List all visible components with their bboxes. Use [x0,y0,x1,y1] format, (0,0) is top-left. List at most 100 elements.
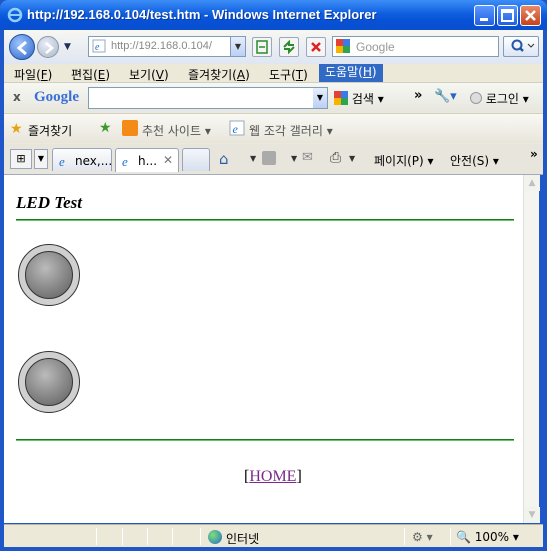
menu-view[interactable]: 보기(V) [129,66,169,83]
page-title: LED Test [16,193,82,212]
tab-row: ⊞ ▼ e nex,... e h... ✕ ⌂ ▼ ▼ ✉ ⎙ ▼ 페이지(P… [4,144,543,175]
address-input[interactable]: http://192.168.0.104/ [111,40,227,52]
divider [16,219,514,221]
scroll-up-button[interactable]: ▲ [524,175,540,191]
mail-icon[interactable]: ✉ [302,150,313,165]
user-icon [470,92,482,104]
status-separator [450,528,451,545]
title-bar: http://192.168.0.104/test.htm - Windows … [0,0,547,30]
wrench-icon[interactable]: 🔧▾ [434,89,457,104]
tab-list-dropdown[interactable]: ▼ [34,149,48,169]
zoom-level: 100% [474,530,510,544]
tab-nex[interactable]: e nex,... [52,148,112,171]
command-bar-more-button[interactable]: » [530,147,538,161]
status-separator [122,528,123,545]
address-dropdown-button[interactable]: ▼ [230,37,245,56]
svg-text:e: e [95,42,100,53]
ie-logo-icon [7,7,23,23]
magnifier-icon [511,39,535,52]
vertical-scrollbar[interactable]: ▲ ▼ [523,175,540,523]
google-login-button[interactable]: 로그인 ▾ [470,90,529,107]
browser-chrome: ▼ e http://192.168.0.104/ ▼ Google 파일(F)… [4,30,543,175]
led-indicator[interactable] [18,244,80,306]
favorites-button[interactable]: 즐겨찾기 [28,122,72,139]
menu-help[interactable]: 도움말(H) [319,64,383,82]
google-logo: Google [34,89,79,105]
print-dropdown[interactable]: ▼ [349,154,355,163]
close-icon [525,10,536,21]
zoom-button[interactable]: 🔍 100% ▾ [456,530,519,544]
page-favicon-icon: e [92,39,106,53]
star-icon[interactable]: ★ [10,121,23,137]
favorites-bar: ★ 즐겨찾기 ★ 추천 사이트 ▾ e 웹 조각 갤러리 ▾ [4,113,543,143]
maximize-icon [501,9,514,22]
divider [16,439,514,441]
web-slice-icon: e [229,120,245,136]
back-button[interactable] [9,34,35,60]
svg-text:e: e [59,154,65,168]
web-slice-gallery-button[interactable]: 웹 조각 갤러리 ▾ [249,122,333,139]
google-toolbar-close-button[interactable]: x [13,90,21,104]
add-favorite-icon[interactable]: ★ [99,120,112,136]
close-tab-icon[interactable]: ✕ [163,153,173,167]
home-dropdown[interactable]: ▼ [250,154,256,163]
led-indicator[interactable] [18,351,80,413]
safety-menu-button[interactable]: 안전(S) ▾ [450,152,499,169]
suggested-sites-button[interactable]: 추천 사이트 ▾ [142,122,211,139]
status-separator [172,528,173,545]
ie-page-icon: e [59,154,65,168]
google-search-input[interactable]: ▼ [88,87,328,109]
protected-mode-icon[interactable]: ⚙ ▾ [412,530,433,544]
scroll-down-button[interactable]: ▼ [524,507,540,523]
compatibility-icon [256,40,268,54]
google-search-label: 검색 [351,92,374,106]
forward-button[interactable] [37,36,59,58]
google-search-dropdown[interactable]: ▼ [313,88,327,108]
globe-icon [208,530,222,544]
printer-icon[interactable]: ⎙ [330,150,341,166]
close-window-button[interactable] [520,5,541,26]
recent-pages-dropdown[interactable]: ▼ [64,42,71,52]
tab-active[interactable]: e h... ✕ [115,148,179,172]
home-link[interactable]: HOME [249,468,296,485]
google-toolbar-more-button[interactable]: » [414,88,422,103]
search-box[interactable]: Google [332,36,499,57]
menu-bar: 파일(F) 편집(E) 보기(V) 즐겨찾기(A) 도구(T) 도움말(H) [4,64,543,82]
minimize-button[interactable] [474,5,495,26]
google-toolbar: x Google ▼ 검색 ▾ » 🔧▾ 로그인 ▾ [4,82,543,112]
home-icon[interactable]: ⌂ [219,150,229,168]
ie-page-icon: e [122,154,128,168]
menu-file[interactable]: 파일(F) [14,66,52,83]
menu-favorites[interactable]: 즐겨찾기(A) [188,66,250,83]
search-button[interactable] [503,36,539,57]
navigation-bar: ▼ e http://192.168.0.104/ ▼ Google [4,30,543,64]
google-provider-icon [334,91,348,105]
forward-arrow-icon [45,42,54,54]
security-zone-label: 인터넷 [226,532,260,546]
maximize-button[interactable] [497,5,518,26]
address-bar[interactable]: e http://192.168.0.104/ ▼ [88,36,246,57]
tab-label: h... [138,154,158,168]
stop-button[interactable] [306,37,326,57]
google-search-button[interactable]: 검색 ▾ [334,90,384,107]
new-tab-button[interactable] [182,148,210,171]
refresh-icon [283,39,295,55]
suggested-sites-icon [122,120,138,136]
status-separator [404,528,405,545]
search-input[interactable]: Google [356,40,395,54]
compatibility-view-button[interactable] [252,37,272,57]
page-menu-button[interactable]: 페이지(P) ▾ [374,152,434,169]
google-provider-icon [336,39,350,53]
svg-text:e: e [233,122,239,136]
page-content: LED Test [HOME] [4,175,523,523]
bracket-close: ] [296,468,302,485]
refresh-button[interactable] [279,37,299,57]
menu-edit[interactable]: 편집(E) [71,66,110,83]
stop-icon [311,42,321,52]
status-bar: 인터넷 ⚙ ▾ 🔍 100% ▾ [4,524,543,547]
quick-tabs-button[interactable]: ⊞ [10,149,32,169]
back-arrow-icon [16,40,27,56]
feeds-icon[interactable] [262,151,276,165]
feeds-dropdown[interactable]: ▼ [291,154,297,163]
menu-tools[interactable]: 도구(T) [269,66,308,83]
